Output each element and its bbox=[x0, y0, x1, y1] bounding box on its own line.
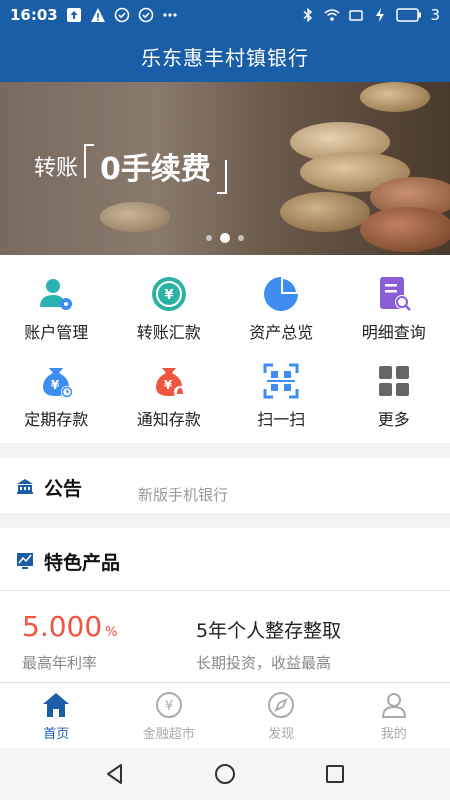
banner-text-highlight: 0手续费 bbox=[100, 152, 211, 187]
detail-search-icon bbox=[379, 277, 411, 311]
tab-label: 我的 bbox=[380, 727, 407, 742]
bluetooth-icon bbox=[303, 7, 313, 23]
product-name[interactable]: 5年个人整存整取 bbox=[196, 616, 341, 643]
tab-discover[interactable]: 发现 bbox=[225, 683, 338, 749]
promo-banner[interactable]: 转账 0手续费 bbox=[0, 82, 450, 255]
menu-label: 资产总览 bbox=[249, 323, 314, 342]
bank-building-icon bbox=[17, 479, 33, 494]
menu-label: 定期存款 bbox=[24, 410, 89, 429]
back-icon[interactable] bbox=[103, 762, 127, 786]
carousel-dot[interactable] bbox=[238, 235, 244, 241]
menu-label: 明细查询 bbox=[361, 323, 426, 342]
battery-level: 3 bbox=[430, 6, 440, 24]
menu-label: 扫一扫 bbox=[257, 410, 306, 429]
products-header: 特色产品 bbox=[0, 528, 450, 591]
menu-fixed-deposit[interactable]: ¥ 定期存款 bbox=[0, 348, 113, 435]
carousel-dot[interactable] bbox=[206, 235, 212, 241]
recents-icon[interactable] bbox=[323, 762, 347, 786]
compass-icon bbox=[268, 692, 295, 718]
bracket-left bbox=[84, 144, 95, 178]
menu-label: 转账汇款 bbox=[136, 323, 201, 342]
carousel-dot-active[interactable] bbox=[220, 233, 230, 243]
tab-label: 首页 bbox=[43, 727, 70, 742]
banner-text-prefix: 转账 bbox=[34, 156, 79, 181]
notice-bar[interactable]: 公告 新版手机银行 bbox=[0, 458, 450, 513]
check-circle-icon-2 bbox=[138, 7, 154, 23]
products-title: 特色产品 bbox=[44, 552, 121, 574]
carousel-indicator bbox=[0, 233, 450, 243]
scan-icon bbox=[263, 363, 299, 399]
warning-icon bbox=[90, 8, 105, 22]
app-title-bar: 乐东惠丰村镇银行 bbox=[0, 30, 450, 82]
system-nav-bar bbox=[0, 748, 450, 800]
menu-label: 更多 bbox=[377, 410, 410, 429]
transfer-icon: ¥ bbox=[151, 277, 186, 311]
rate-value: 5.000 bbox=[22, 610, 103, 643]
product-rate[interactable]: 5.000% bbox=[22, 610, 118, 643]
wifi-icon bbox=[324, 9, 340, 21]
rate-label: 最高年利率 bbox=[22, 654, 98, 672]
menu-more[interactable]: 更多 bbox=[338, 348, 450, 435]
battery-icon bbox=[396, 8, 422, 22]
featured-products: 特色产品 5.000% 最高年利率 5年个人整存整取 长期投资，收益最高 bbox=[0, 528, 450, 682]
home-circle-icon[interactable] bbox=[213, 762, 237, 786]
menu-account-manage[interactable]: 账户管理 bbox=[0, 261, 113, 348]
status-bar: 16:03 3 bbox=[0, 0, 450, 30]
svg-text:¥: ¥ bbox=[165, 699, 173, 714]
coin-image bbox=[100, 202, 170, 232]
upload-icon bbox=[66, 8, 81, 22]
product-desc: 长期投资，收益最高 bbox=[196, 654, 332, 672]
app-title: 乐东惠丰村镇银行 bbox=[141, 45, 309, 70]
rate-unit: % bbox=[105, 625, 118, 640]
more-grid-icon bbox=[378, 366, 409, 396]
svg-text:¥: ¥ bbox=[164, 288, 173, 303]
tab-finance-market[interactable]: ¥ 金融超市 bbox=[113, 683, 226, 749]
bracket-right bbox=[216, 160, 227, 194]
svg-text:¥: ¥ bbox=[164, 378, 173, 392]
coin-image bbox=[360, 207, 450, 252]
home-icon bbox=[43, 693, 70, 717]
tab-label: 金融超市 bbox=[142, 727, 195, 742]
menu-label: 通知存款 bbox=[136, 410, 201, 429]
banner-headline: 转账 0手续费 bbox=[34, 144, 227, 194]
menu-label: 账户管理 bbox=[24, 323, 89, 342]
notice-text[interactable]: 新版手机银行 bbox=[138, 484, 228, 505]
charging-icon bbox=[376, 8, 385, 22]
more-dots-icon bbox=[163, 13, 177, 17]
tab-label: 发现 bbox=[268, 727, 295, 742]
menu-scan[interactable]: 扫一扫 bbox=[225, 348, 338, 435]
account-manage-icon bbox=[40, 279, 73, 310]
trend-chart-icon bbox=[17, 553, 33, 569]
notice-title: 公告 bbox=[44, 478, 83, 500]
tab-home[interactable]: 首页 bbox=[0, 683, 113, 749]
coin-image bbox=[360, 82, 430, 112]
menu-detail-query[interactable]: 明细查询 bbox=[338, 261, 450, 348]
check-circle-icon bbox=[114, 7, 130, 23]
tab-mine[interactable]: 我的 bbox=[338, 683, 450, 749]
user-icon bbox=[381, 693, 406, 718]
yuan-circle-icon: ¥ bbox=[155, 692, 182, 718]
menu-notice-deposit[interactable]: ¥ 通知存款 bbox=[113, 348, 226, 435]
fixed-deposit-icon: ¥ bbox=[43, 368, 74, 398]
screen-cast-icon bbox=[349, 10, 364, 21]
pie-chart-icon bbox=[264, 277, 299, 311]
notice-deposit-icon: ¥ bbox=[155, 368, 186, 398]
coin-image bbox=[280, 192, 370, 232]
svg-text:¥: ¥ bbox=[51, 378, 60, 392]
menu-asset-overview[interactable]: 资产总览 bbox=[225, 261, 338, 348]
menu-transfer[interactable]: ¥ 转账汇款 bbox=[113, 261, 226, 348]
function-grid: 账户管理 ¥ 转账汇款 资产总览 明细查询 ¥ 定期存款 ¥ 通知存款 扫一扫 … bbox=[0, 255, 450, 443]
status-time: 16:03 bbox=[10, 6, 58, 24]
bottom-tab-bar: 首页 ¥ 金融超市 发现 我的 bbox=[0, 682, 450, 749]
